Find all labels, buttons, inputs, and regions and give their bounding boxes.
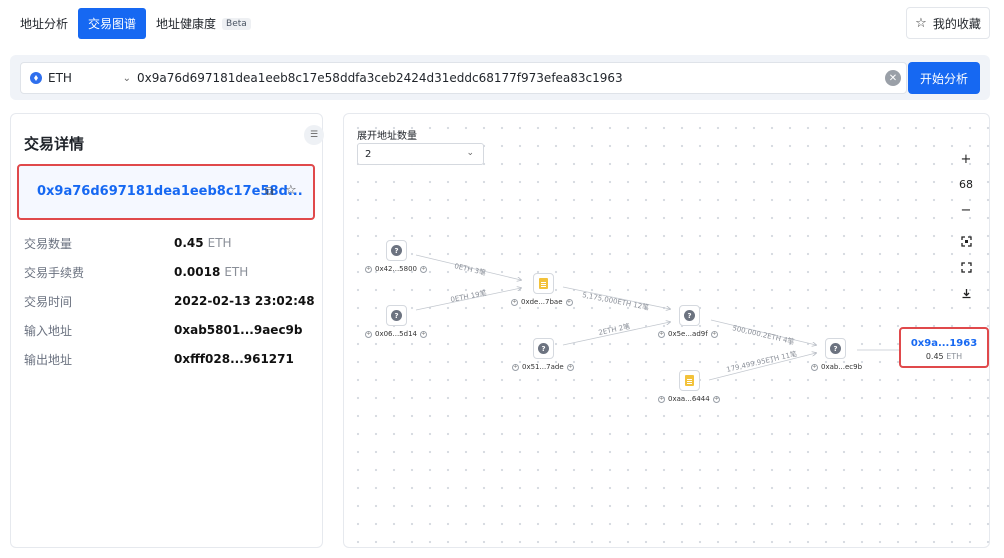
node-label: +0xde...7bae + — [511, 298, 573, 306]
expand-icon[interactable]: + — [710, 330, 718, 338]
detail-value[interactable]: 0xfff028...961271 — [174, 352, 294, 366]
detail-row-amount: 交易数量 0.45 ETH — [24, 235, 232, 251]
detail-row-time: 交易时间 2022-02-13 23:02:48 — [24, 293, 315, 309]
edge-label: 0ETH 3笔 — [454, 261, 487, 277]
expand-icon[interactable]: + — [658, 395, 665, 403]
detail-value[interactable]: 0xab5801...9aec9b — [174, 323, 303, 337]
detail-row-output-address: 输出地址 0xfff028...961271 — [24, 351, 294, 367]
expand-icon[interactable]: + — [512, 363, 519, 371]
expand-icon[interactable]: + — [511, 298, 518, 306]
detail-value: 0.45 — [174, 236, 204, 250]
search-bar: ETH ⌄ ✕ — [10, 55, 990, 100]
node-label: +0xaa...6444 + — [658, 395, 720, 403]
beta-badge: Beta — [222, 17, 251, 30]
graph-node-n7[interactable]: ? — [825, 338, 846, 359]
edge-label: 500,000.2ETH 4笔 — [732, 323, 796, 346]
node-label: +0x5e...ad9f + — [658, 330, 718, 338]
expand-icon[interactable]: + — [658, 330, 665, 338]
expand-icon[interactable]: + — [419, 330, 427, 338]
node-address: 0x06...5d14 — [375, 330, 417, 338]
graph-node-n2[interactable]: ? — [386, 305, 407, 326]
detail-label: 交易时间 — [24, 294, 73, 309]
node-address: 0x42...5800 — [375, 265, 417, 273]
favorites-label: 我的收藏 — [932, 16, 981, 31]
unknown-address-icon: ? — [391, 245, 402, 256]
unknown-address-icon: ? — [391, 310, 402, 321]
address-input[interactable] — [137, 63, 885, 93]
transaction-hash[interactable]: 0x9a76d697181dea1eeb8c17e58d... — [37, 184, 303, 199]
chain-select[interactable]: ETH ⌄ — [21, 63, 137, 93]
start-analysis-button[interactable]: 开始分析 — [908, 62, 980, 94]
node-address: 0x51...7ade — [522, 363, 564, 371]
expand-icon[interactable]: + — [811, 363, 818, 371]
detail-unit: ETH — [207, 236, 232, 250]
tab-transaction-graph[interactable]: 交易图谱 — [78, 8, 147, 39]
node-address: 0xab...ec9b — [821, 363, 863, 371]
top-tabs: 地址分析 交易图谱 地址健康度 Beta — [10, 8, 261, 39]
target-address: 0x9a...1963 — [910, 338, 978, 349]
copy-icon[interactable]: ⧉ — [265, 184, 274, 199]
star-outline-icon: ☆ — [915, 15, 927, 31]
node-address: 0xaa...6444 — [668, 395, 710, 403]
detail-unit: ETH — [224, 265, 249, 279]
edge-label: 179,499.95ETH 11笔 — [725, 349, 797, 374]
contract-icon — [685, 375, 694, 386]
search-box: ETH ⌄ ✕ — [20, 62, 907, 94]
edge-label: 0ETH 19笔 — [450, 288, 488, 304]
expand-icon[interactable]: + — [712, 395, 720, 403]
expand-icon[interactable]: + — [365, 330, 372, 338]
expand-icon[interactable]: + — [365, 265, 372, 273]
ethereum-icon — [30, 72, 42, 84]
node-address: 0xde...7bae — [521, 298, 563, 306]
chevron-down-icon: ⌄ — [122, 73, 131, 84]
graph-node-n4[interactable]: ? — [533, 338, 554, 359]
node-label: +0x51...7ade + — [512, 363, 574, 371]
detail-value: 2022-02-13 23:02:48 — [174, 294, 315, 308]
node-label: +0x42...5800 + — [365, 265, 427, 273]
target-transaction-node[interactable]: 0x9a...1963 0.45 ETH — [899, 327, 989, 368]
star-outline-icon[interactable]: ☆ — [285, 183, 297, 198]
expand-icon[interactable]: + — [566, 363, 574, 371]
detail-row-input-address: 输入地址 0xab5801...9aec9b — [24, 322, 303, 338]
unknown-address-icon: ? — [684, 310, 695, 321]
edge-label: 2ETH 2笔 — [598, 321, 631, 336]
edge-label: 5,175,000ETH 12笔 — [582, 290, 650, 312]
detail-label: 输出地址 — [24, 352, 73, 367]
contract-icon — [539, 278, 548, 289]
chain-value: ETH — [48, 71, 72, 85]
tab-label: 交易图谱 — [88, 17, 137, 31]
target-amount-unit: ETH — [946, 352, 963, 361]
favorites-button[interactable]: ☆ 我的收藏 — [906, 7, 990, 39]
detail-label: 交易手续费 — [24, 265, 85, 280]
detail-value: 0.0018 — [174, 265, 221, 279]
target-amount: 0.45 ETH — [901, 352, 987, 361]
clear-icon[interactable]: ✕ — [885, 70, 901, 86]
collapse-panel-icon[interactable]: ☰ — [304, 125, 324, 145]
expand-icon[interactable]: + — [565, 298, 573, 306]
tab-label: 地址健康度 — [156, 17, 217, 31]
node-label: +0xab...ec9b — [811, 363, 862, 371]
expand-icon[interactable]: + — [420, 265, 427, 273]
panel-title: 交易详情 — [24, 135, 85, 153]
tab-label: 地址分析 — [20, 17, 69, 31]
detail-row-fee: 交易手续费 0.0018 ETH — [24, 264, 248, 280]
transaction-hash-card: 0x9a76d697181dea1eeb8c17e58d... ⧉ ☆ — [17, 164, 315, 220]
detail-label: 输入地址 — [24, 323, 73, 338]
unknown-address-icon: ? — [538, 343, 549, 354]
graph-node-n5[interactable]: ? — [679, 305, 700, 326]
graph-node-n6[interactable] — [679, 370, 700, 391]
tab-address-analysis[interactable]: 地址分析 — [10, 8, 78, 39]
tab-address-health[interactable]: 地址健康度 Beta — [146, 8, 261, 39]
graph-node-n3[interactable] — [533, 273, 554, 294]
node-label: +0x06...5d14 + — [365, 330, 427, 338]
detail-label: 交易数量 — [24, 236, 73, 251]
unknown-address-icon: ? — [830, 343, 841, 354]
target-amount-value: 0.45 — [925, 352, 944, 361]
node-address: 0x5e...ad9f — [668, 330, 708, 338]
graph-node-n1[interactable]: ? — [386, 240, 407, 261]
